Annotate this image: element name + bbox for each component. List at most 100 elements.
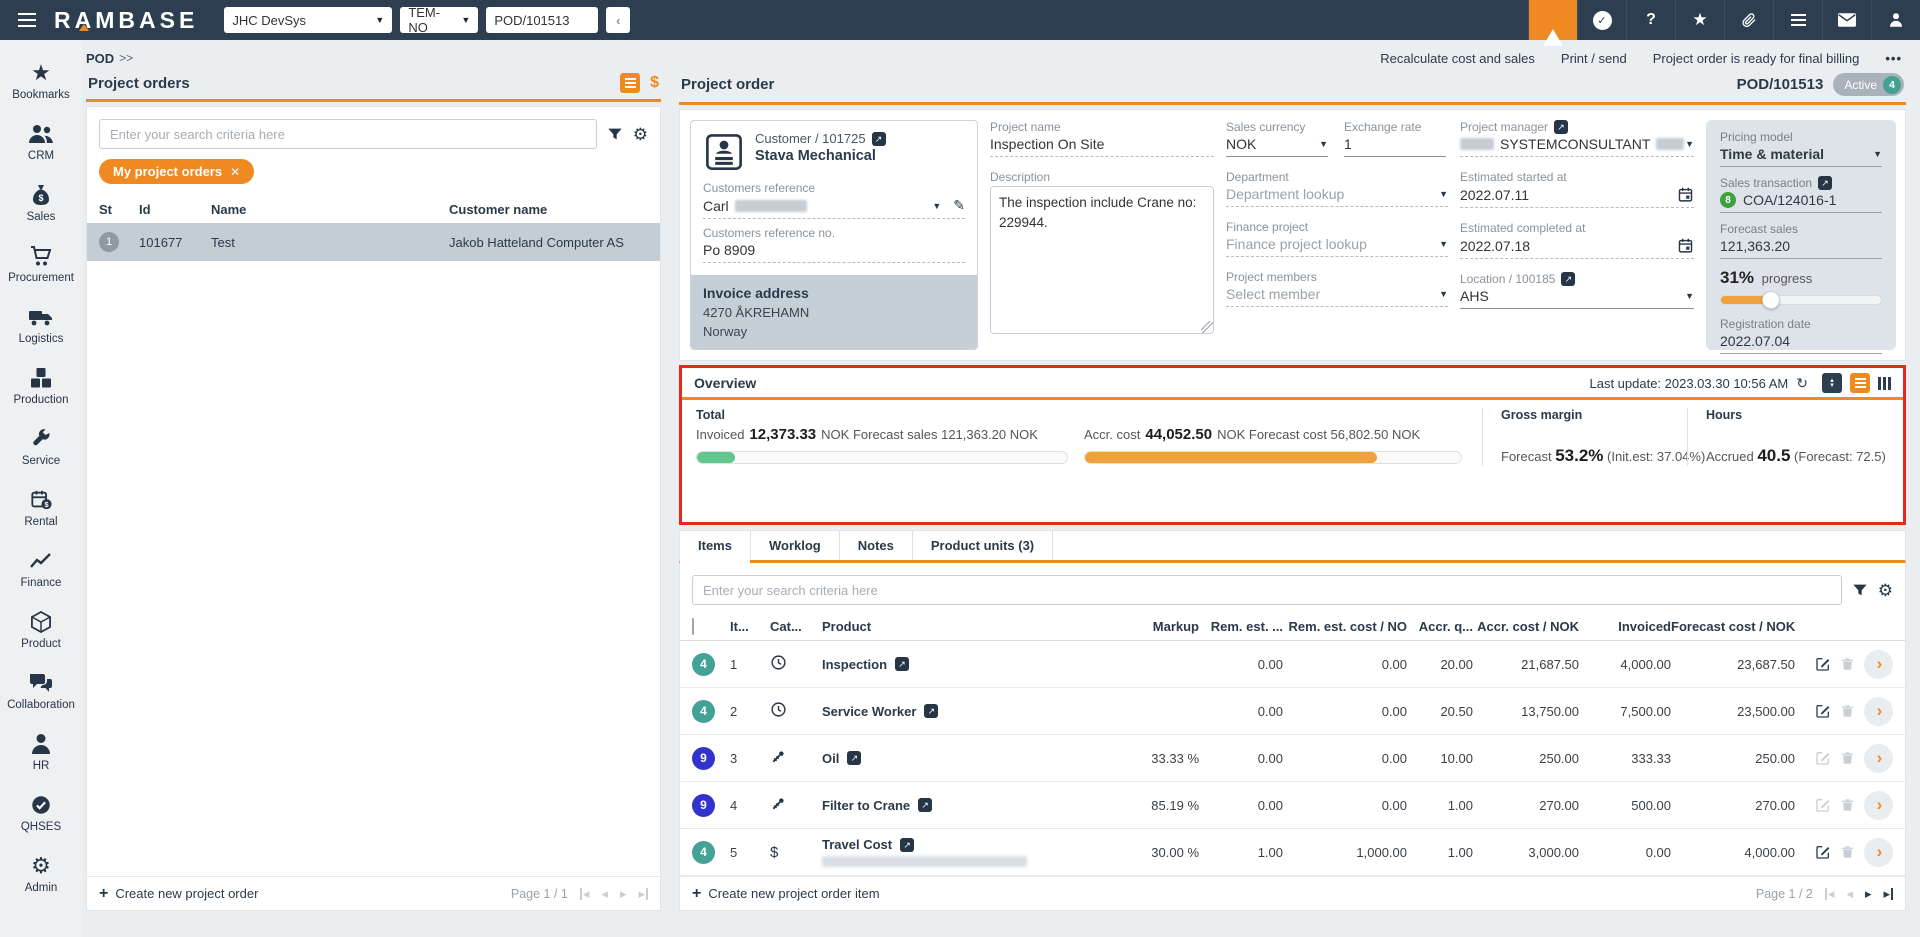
estimated-started-field[interactable]: 2022.07.11 — [1460, 186, 1694, 208]
col-customer-name[interactable]: Customer name — [449, 202, 648, 217]
tasks-button[interactable] — [1773, 0, 1822, 40]
product-name[interactable]: Oil — [822, 751, 839, 766]
progress-slider[interactable] — [1720, 295, 1882, 305]
next-page-icon[interactable]: ▸ — [620, 888, 627, 900]
messages-button[interactable] — [1822, 0, 1871, 40]
account-button[interactable] — [1871, 0, 1920, 40]
tab-notes[interactable]: Notes — [840, 531, 913, 560]
refresh-icon[interactable]: ↻ — [1796, 375, 1808, 392]
open-row-chevron-button[interactable]: › — [1864, 744, 1893, 773]
items-search-input[interactable] — [692, 575, 1842, 605]
external-link-icon[interactable]: ↗ — [924, 704, 938, 718]
location-select[interactable]: AHS ▼ — [1460, 288, 1694, 309]
external-link-icon[interactable]: ↗ — [847, 751, 861, 765]
edit-icon[interactable] — [1815, 656, 1831, 672]
edit-pencil-icon[interactable]: ✎ — [953, 197, 965, 214]
first-page-icon[interactable]: ◂ — [580, 888, 590, 900]
prev-page-icon[interactable]: ◂ — [601, 888, 608, 900]
sidebar-item-bookmarks[interactable]: ★ Bookmarks — [0, 50, 82, 111]
trash-icon[interactable] — [1840, 844, 1855, 860]
more-menu-button[interactable]: ••• — [1885, 51, 1902, 66]
back-button[interactable]: ‹ — [606, 7, 630, 33]
estimated-completed-field[interactable]: 2022.07.18 — [1460, 237, 1694, 259]
alerts-button[interactable]: ! — [1528, 0, 1577, 40]
item-row-1[interactable]: 4 1 Inspection↗ 0.00 0.00 20.00 21,687.5… — [680, 641, 1905, 688]
sidebar-item-admin[interactable]: ⚙ Admin — [0, 843, 82, 904]
exchange-rate-field[interactable]: 1 — [1344, 136, 1446, 157]
next-page-icon[interactable]: ▸ — [1865, 888, 1872, 900]
trash-icon[interactable] — [1840, 656, 1855, 672]
item-row-4[interactable]: 9 4 Filter to Crane↗ 85.19 % 0.00 0.00 1… — [680, 782, 1905, 829]
item-row-3[interactable]: 9 3 Oil↗ 33.33 % 0.00 0.00 10.00 250.00 … — [680, 735, 1905, 782]
expand-icon[interactable]: ▴▾ — [1822, 373, 1842, 393]
sidebar-item-service[interactable]: Service — [0, 416, 82, 477]
external-link-icon[interactable]: ↗ — [1554, 120, 1568, 134]
approvals-button[interactable]: ✓ — [1577, 0, 1626, 40]
prev-page-icon[interactable]: ◂ — [1846, 888, 1853, 900]
recalculate-button[interactable]: Recalculate cost and sales — [1380, 51, 1535, 66]
external-link-icon[interactable]: ↗ — [872, 132, 886, 146]
filter-icon[interactable] — [1852, 582, 1868, 598]
last-page-icon[interactable]: ▸ — [638, 888, 648, 900]
list-view-icon[interactable] — [620, 73, 640, 93]
sales-currency-select[interactable]: NOK ▼ — [1226, 136, 1328, 157]
sales-transaction-link[interactable]: 8 COA/124016-1 — [1720, 192, 1882, 213]
edit-icon[interactable] — [1815, 703, 1831, 719]
col-id[interactable]: Id — [139, 202, 211, 217]
sidebar-item-collaboration[interactable]: Collaboration — [0, 660, 82, 721]
customer-id-link[interactable]: Customer / 101725 — [755, 131, 866, 146]
col-invoiced[interactable]: Invoiced — [1579, 619, 1671, 634]
tab-items[interactable]: Items — [680, 531, 751, 560]
product-name[interactable]: Service Worker — [822, 704, 916, 719]
sidebar-item-sales[interactable]: $ Sales — [0, 172, 82, 233]
sidebar-item-logistics[interactable]: Logistics — [0, 294, 82, 355]
help-button[interactable]: ? — [1626, 0, 1675, 40]
trash-icon[interactable] — [1840, 750, 1855, 766]
finance-project-lookup[interactable]: Finance project lookup ▼ — [1226, 236, 1448, 257]
tab-worklog[interactable]: Worklog — [751, 531, 840, 560]
open-row-chevron-button[interactable]: › — [1864, 697, 1893, 726]
chevron-down-icon[interactable]: ▼ — [932, 201, 941, 211]
external-link-icon[interactable]: ↗ — [895, 657, 909, 671]
hamburger-menu-icon[interactable] — [0, 13, 54, 27]
external-link-icon[interactable]: ↗ — [1561, 272, 1575, 286]
sidebar-item-rental[interactable]: $ Rental — [0, 477, 82, 538]
item-row-2[interactable]: 4 2 Service Worker↗ 0.00 0.00 20.50 13,7… — [680, 688, 1905, 735]
product-name[interactable]: Filter to Crane — [822, 798, 910, 813]
col-category[interactable]: Cat... — [770, 619, 822, 634]
sidebar-item-crm[interactable]: CRM — [0, 111, 82, 172]
project-members-select[interactable]: Select member ▼ — [1226, 286, 1448, 307]
calendar-icon[interactable] — [1677, 186, 1694, 203]
select-all-checkbox[interactable] — [692, 618, 694, 635]
external-link-icon[interactable]: ↗ — [918, 798, 932, 812]
progress-slider-handle[interactable] — [1762, 291, 1780, 309]
col-forecast-cost[interactable]: Forecast cost / NOK — [1671, 619, 1795, 634]
last-page-icon[interactable]: ▸ — [1883, 888, 1893, 900]
first-page-icon[interactable]: ◂ — [1825, 888, 1835, 900]
system-selector[interactable]: JHC DevSys ▼ — [224, 7, 392, 33]
description-textarea[interactable]: The inspection include Crane no: 229944. — [990, 186, 1214, 334]
trash-icon[interactable] — [1840, 797, 1855, 813]
close-icon[interactable]: ✕ — [230, 165, 240, 179]
settings-gear-icon[interactable]: ⚙ — [633, 126, 648, 143]
attachments-button[interactable] — [1724, 0, 1773, 40]
columns-view-icon[interactable] — [1878, 377, 1881, 390]
rows-view-icon[interactable] — [1850, 373, 1870, 393]
create-item-button[interactable]: + Create new project order item — [692, 886, 880, 901]
open-row-chevron-button[interactable]: › — [1864, 650, 1893, 679]
col-status[interactable]: St — [99, 202, 139, 217]
calendar-icon[interactable] — [1677, 237, 1694, 254]
project-name-field[interactable]: Inspection On Site — [990, 136, 1214, 157]
sidebar-item-procurement[interactable]: Procurement — [0, 233, 82, 294]
product-name[interactable]: Inspection — [822, 657, 887, 672]
filter-chip-my-project-orders[interactable]: My project orders ✕ — [99, 159, 254, 184]
project-orders-search-input[interactable] — [99, 119, 597, 149]
sidebar-item-finance[interactable]: Finance — [0, 538, 82, 599]
open-row-chevron-button[interactable]: › — [1864, 838, 1893, 867]
pricing-model-select[interactable]: Time & material ▼ — [1720, 146, 1882, 167]
department-lookup[interactable]: Department lookup ▼ — [1226, 186, 1448, 207]
customers-reference-field[interactable]: Carl ▼ ✎ — [703, 197, 965, 219]
col-accr-cost[interactable]: Accr. cost / NOK — [1473, 619, 1579, 634]
final-billing-button[interactable]: Project order is ready for final billing — [1653, 51, 1860, 66]
col-accr-qty[interactable]: Accr. q... — [1407, 619, 1473, 634]
